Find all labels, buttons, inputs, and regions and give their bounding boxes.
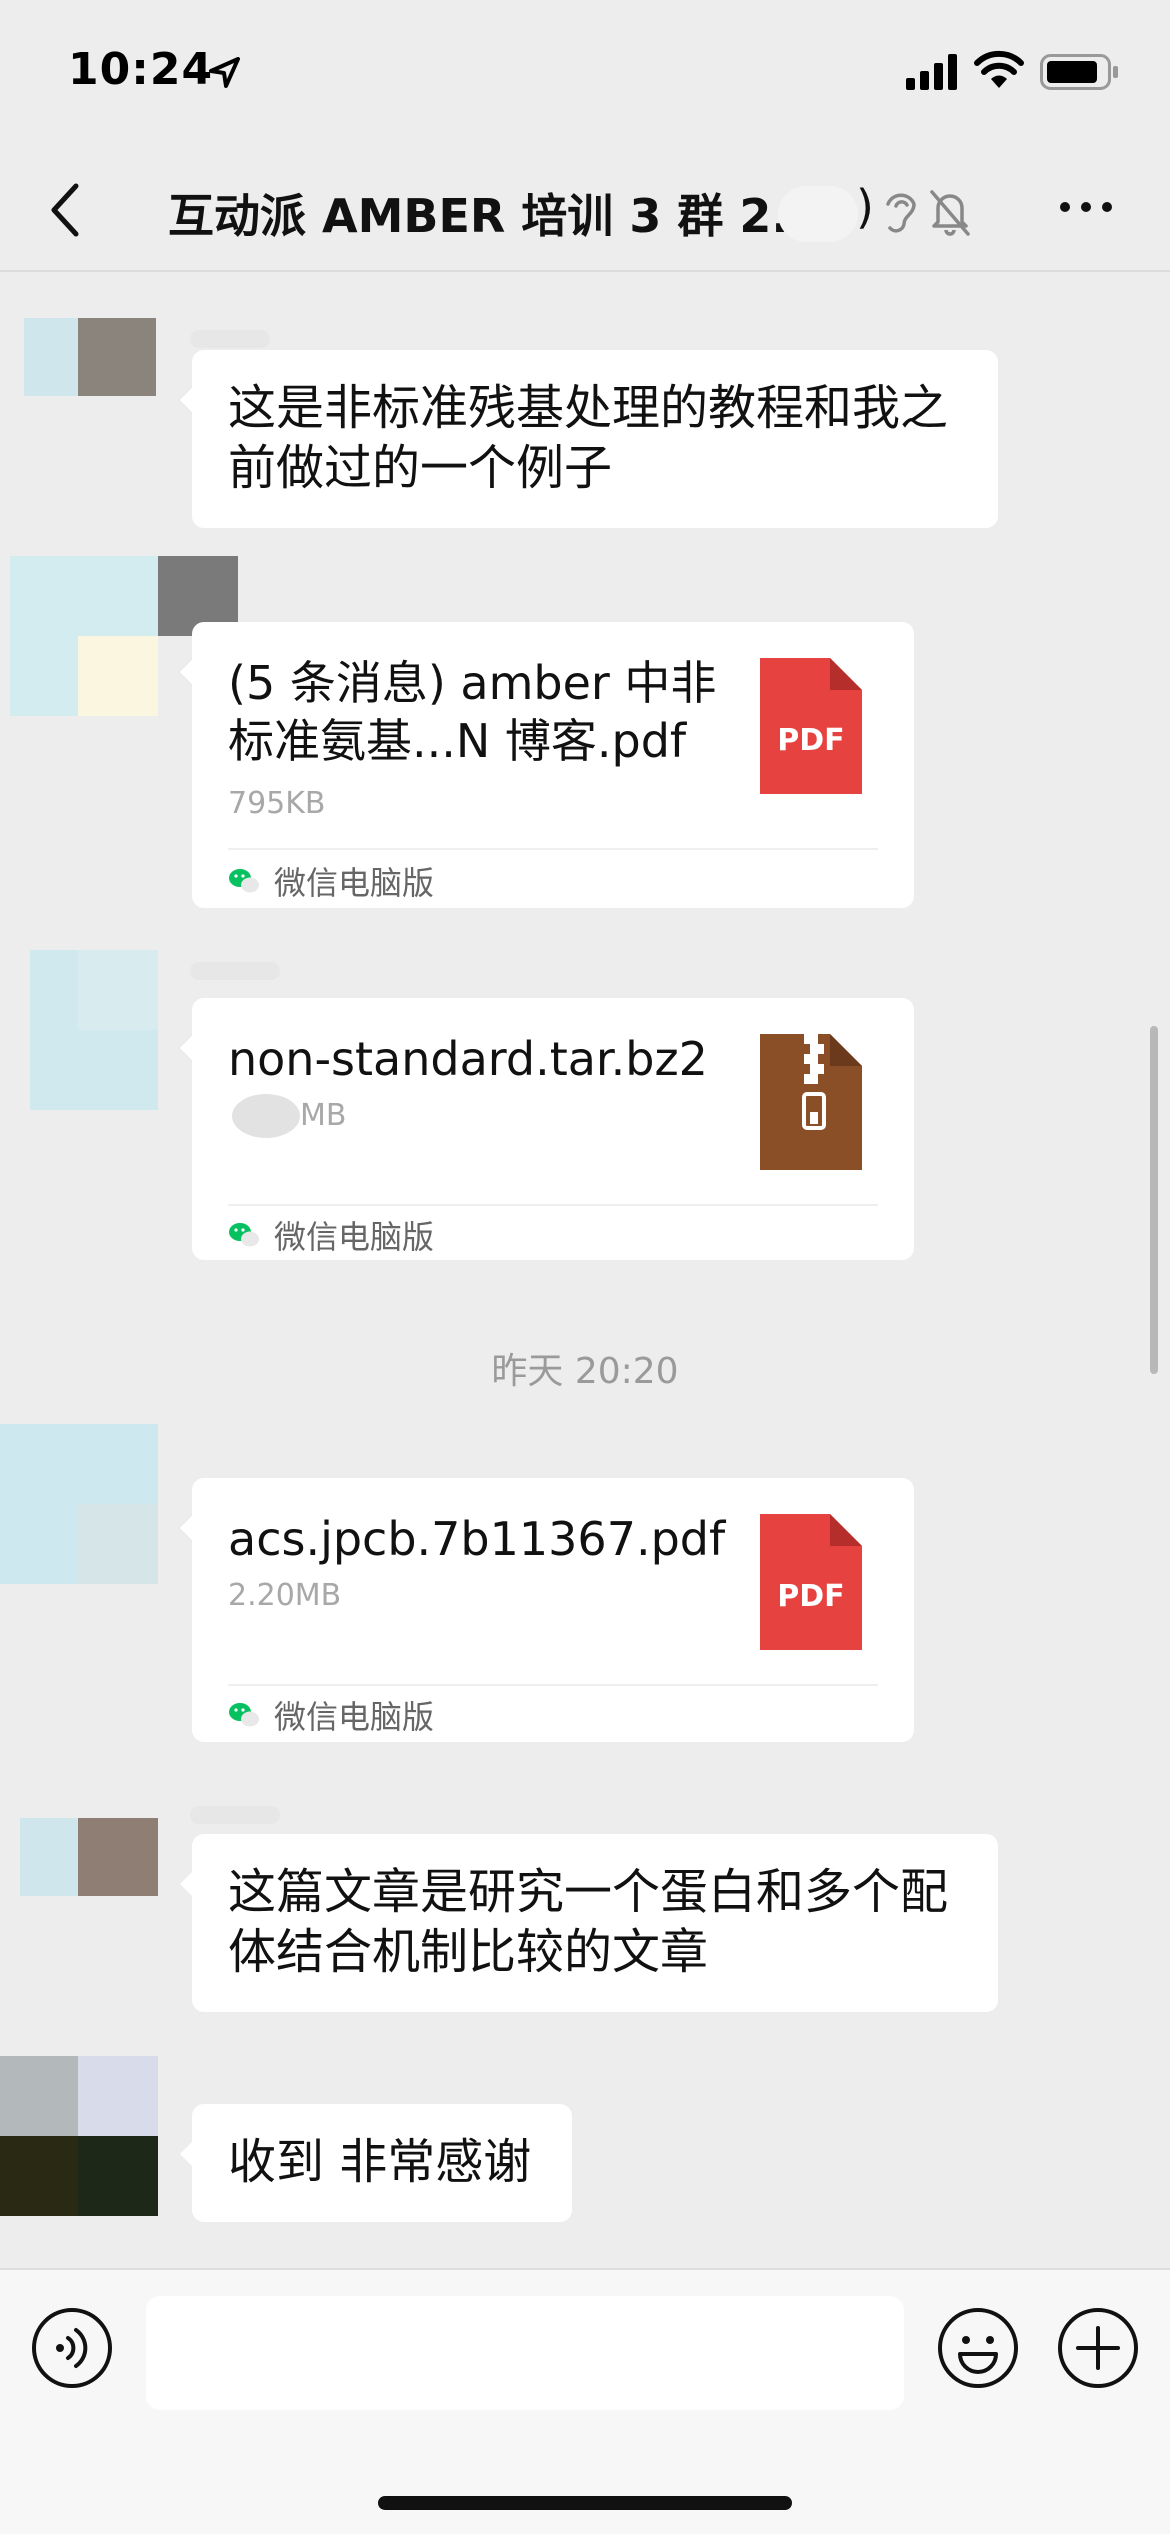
sender-name-redacted	[190, 330, 270, 348]
sender-avatar[interactable]	[0, 2056, 158, 2216]
divider	[228, 1204, 878, 1206]
file-source: 微信电脑版	[228, 858, 434, 904]
chat-title: 互动派 AMBER 培训 3 群 2...	[168, 189, 824, 243]
wechat-icon	[229, 869, 259, 893]
pdf-label: PDF	[777, 1579, 844, 1614]
message-input[interactable]	[146, 2296, 904, 2410]
time-divider: 昨天 20:20	[491, 1351, 679, 1392]
divider	[228, 1684, 878, 1686]
message-text-line: 收到 非常感谢	[228, 2134, 532, 2190]
text-message-bubble[interactable]: 收到 非常感谢	[180, 2104, 572, 2222]
file-name: non-standard.tar.bz2	[228, 1030, 728, 1088]
more-options-icon[interactable]	[1058, 200, 1114, 214]
plus-more-icon[interactable]	[1056, 2306, 1140, 2390]
sender-avatar[interactable]	[0, 318, 156, 474]
text-message-bubble[interactable]: 这是非标准残基处理的教程和我之 前做过的一个例子	[180, 350, 998, 528]
file-name-line: (5 条消息) amber 中非	[228, 656, 717, 710]
mute-bell-icon	[930, 190, 970, 236]
status-time: 10:24	[68, 44, 214, 95]
pdf-file-icon: PDF	[760, 658, 862, 794]
file-message-bubble[interactable]: non-standard.tar.bz2 MB 微信电脑版	[180, 998, 914, 1260]
file-name-line: non-standard.tar.bz2	[228, 1032, 708, 1086]
cellular-signal-icon	[906, 54, 957, 90]
battery-icon	[1040, 54, 1118, 90]
message-text-line: 这篇文章是研究一个蛋白和多个配	[228, 1864, 949, 1920]
file-source: 微信电脑版	[228, 1212, 434, 1258]
chat-header: 互动派 AMBER 培训 3 群 2... )	[0, 150, 1170, 272]
sender-name-redacted	[190, 1806, 280, 1824]
member-count-close: )	[856, 180, 874, 234]
source-label: 微信电脑版	[274, 864, 435, 902]
message-text-line: 这是非标准残基处理的教程和我之	[228, 380, 949, 436]
message-list[interactable]: 这是非标准残基处理的教程和我之 前做过的一个例子 (5 条消息) amber 中…	[0, 272, 1170, 2268]
file-name: acs.jpcb.7b11367.pdf	[228, 1510, 728, 1568]
file-name-line: 标准氨基...N 博客.pdf	[228, 714, 687, 768]
member-count-redacted	[778, 186, 858, 242]
home-indicator[interactable]	[378, 2496, 792, 2510]
message-text-line: 前做过的一个例子	[228, 440, 613, 496]
pdf-file-icon: PDF	[760, 1514, 862, 1650]
zip-archive-icon	[760, 1034, 862, 1170]
message-text-line: 体结合机制比较的文章	[228, 1924, 709, 1980]
source-label: 微信电脑版	[274, 1218, 435, 1256]
emoji-icon[interactable]	[936, 2306, 1020, 2390]
wechat-icon	[229, 1703, 259, 1727]
file-source: 微信电脑版	[228, 1692, 434, 1738]
file-size: MB	[300, 1098, 347, 1133]
sender-avatar[interactable]	[0, 1818, 158, 1898]
voice-input-icon[interactable]	[30, 2306, 114, 2390]
wechat-icon	[229, 1223, 259, 1247]
file-name-line: acs.jpcb.7b11367.pdf	[228, 1512, 726, 1566]
file-name: (5 条消息) amber 中非 标准氨基...N 博客.pdf	[228, 654, 728, 770]
sender-avatar[interactable]	[0, 1424, 158, 1584]
sender-name-redacted	[190, 962, 280, 980]
text-message-bubble[interactable]: 这篇文章是研究一个蛋白和多个配 体结合机制比较的文章	[180, 1834, 998, 2012]
back-chevron-icon[interactable]	[46, 180, 82, 240]
scroll-indicator[interactable]	[1150, 1026, 1158, 1374]
file-size: 2.20MB	[228, 1578, 342, 1613]
file-message-bubble[interactable]: acs.jpcb.7b11367.pdf 2.20MB PDF 微信电脑版	[180, 1478, 914, 1742]
file-size-redacted	[232, 1094, 300, 1138]
source-label: 微信电脑版	[274, 1698, 435, 1736]
ear-mode-icon	[886, 193, 916, 233]
location-arrow-icon	[209, 57, 240, 88]
wifi-icon	[974, 50, 1024, 88]
status-bar: 10:24	[0, 0, 1170, 150]
file-message-bubble[interactable]: (5 条消息) amber 中非 标准氨基...N 博客.pdf 795KB P…	[180, 622, 914, 908]
input-bar	[0, 2268, 1170, 2534]
file-size: 795KB	[228, 786, 326, 821]
divider	[228, 848, 878, 850]
sender-avatar[interactable]	[30, 950, 158, 1110]
pdf-label: PDF	[777, 723, 844, 758]
